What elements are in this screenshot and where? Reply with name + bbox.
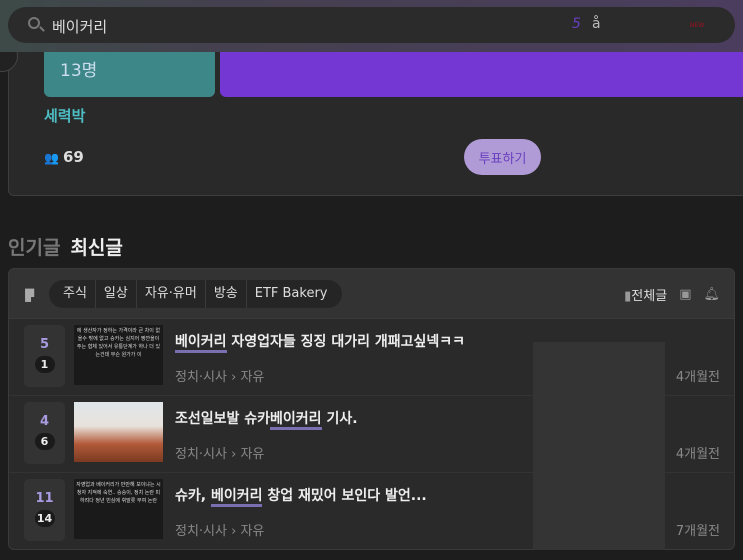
search-count: 5 [572, 16, 581, 32]
post-time: 4개월전 [675, 447, 720, 462]
search-icon [28, 17, 40, 29]
category-tab[interactable]: 방송 [206, 280, 247, 308]
search-highlight: 베이커리 [210, 488, 263, 507]
vote-button[interactable]: 투표하기 [464, 139, 541, 175]
bell-icon[interactable]: 🔔︎ [703, 287, 720, 302]
poll-option-name: 세력박 [44, 107, 86, 125]
search-bar[interactable]: 베이커리 5 å NEW [8, 7, 735, 43]
vote-box: 11 14 [24, 479, 65, 541]
post-category: 정치·시사 › 자유 [175, 524, 265, 539]
post-title[interactable]: 베이커리 자영업자들 징징 대가리 개패고싶넥ㅋㅋ [175, 331, 465, 353]
post-thumbnail[interactable]: 에 생산자가 정하는 가격이라 큰 차이 없을수 밖에 없고 승카는 심지어 짱… [74, 325, 163, 385]
search-highlight: 베이커리 [175, 334, 227, 353]
all-posts-label: 전체글 [631, 289, 668, 304]
post-time: 7개월전 [675, 524, 720, 539]
search-highlight: 베이커리 [270, 411, 322, 430]
all-posts-button[interactable]: ▮전체글 [624, 285, 667, 304]
post-category: 정치·시사 › 자유 [175, 447, 265, 462]
poll-option-count: 13명 [60, 61, 98, 81]
category-tab[interactable]: 자유·유머 [137, 280, 206, 308]
search-extra: å [592, 16, 601, 32]
vote-box: 46 [24, 402, 65, 464]
post-category: 정치·시사 › 자유 [175, 370, 265, 385]
post-time: 4개월전 [675, 370, 720, 385]
category-tab[interactable]: ETF Bakery [247, 280, 336, 308]
filter-icon[interactable]: ▬ ▬ ▪ [24, 284, 36, 304]
vote-box: 51 [24, 325, 65, 387]
vote-count: 4 [39, 414, 50, 429]
comment-count: 14 [34, 510, 55, 527]
participant-count: 👥 69 [44, 148, 84, 166]
post-thumbnail[interactable] [74, 402, 163, 462]
placeholder-overlay [533, 342, 665, 550]
post-tabs: 인기글 최신글 [8, 233, 123, 260]
tab-popular[interactable]: 인기글 [8, 237, 60, 259]
tab-latest[interactable]: 최신글 [70, 237, 122, 259]
post-title[interactable]: 조선일보발 슈카베이커리 기사. [175, 408, 358, 430]
category-tabs: 주식 일상 자유·유머 방송 ETF Bakery [49, 280, 342, 308]
board-toolbar: ▬ ▬ ▪ 주식 일상 자유·유머 방송 ETF Bakery ▮전체글 ▣ 🔔︎ [9, 269, 734, 319]
vote-count: 11 [35, 491, 54, 506]
comment-count: 1 [34, 356, 55, 373]
post-title[interactable]: 슈카, 베이커리 창업 재밌어 보인다 발언... [175, 485, 427, 507]
search-input[interactable]: 베이커리 [52, 16, 107, 37]
participant-number: 69 [62, 148, 84, 166]
comment-count: 6 [34, 433, 55, 450]
category-tab[interactable]: 일상 [96, 280, 137, 308]
image-icon[interactable]: ▣ [679, 287, 691, 302]
vote-count: 5 [39, 337, 50, 352]
people-icon: 👥 [44, 151, 59, 165]
new-badge: NEW [690, 22, 705, 29]
category-tab[interactable]: 주식 [55, 280, 96, 308]
post-thumbnail[interactable]: 자영업과 베이커리가 만만해 보이냐는 시청자 지적에 숙연.. 승승이, 정치… [74, 479, 163, 539]
